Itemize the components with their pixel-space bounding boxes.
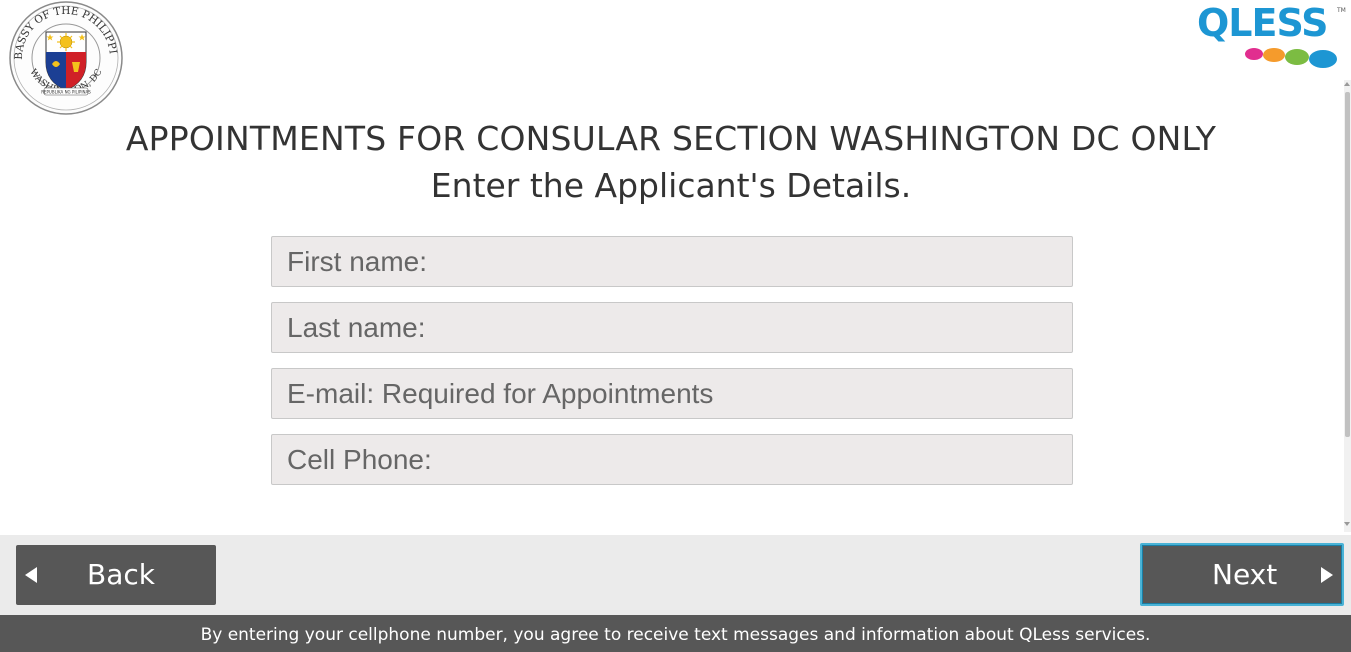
back-button-label: Back [87,558,155,591]
arrow-right-icon [1321,567,1333,583]
page-heading: APPOINTMENTS FOR CONSULAR SECTION WASHIN… [0,116,1342,210]
arrow-left-icon [25,567,37,583]
scroll-down-arrow-icon[interactable] [1344,522,1350,526]
qless-dot-pink [1245,48,1263,60]
scroll-up-arrow-icon[interactable] [1344,82,1350,86]
applicant-details-form [271,236,1073,500]
first-name-input[interactable] [271,236,1073,287]
embassy-seal-logo: EMBASSY OF THE PHILIPPINES WASHINGTON, D… [6,0,123,115]
back-button[interactable]: Back [16,545,216,605]
scrollbar-thumb[interactable] [1345,92,1350,437]
qless-logo: QLESS TM [1197,2,1346,68]
qless-dot-blue [1309,50,1337,68]
email-input[interactable] [271,368,1073,419]
page-subtitle: Enter the Applicant's Details. [430,166,912,205]
seal-ribbon-text: REPUBLIKA NG PILIPINAS [41,90,91,95]
next-button-label: Next [1212,558,1278,591]
cell-phone-input[interactable] [271,434,1073,485]
navigation-bar: Back Next [0,535,1351,615]
next-button[interactable]: Next [1140,543,1344,606]
qless-dot-green [1285,49,1309,65]
sms-consent-footer: By entering your cellphone number, you a… [0,615,1351,652]
qless-logo-text: QLESS [1197,2,1328,45]
last-name-input[interactable] [271,302,1073,353]
page-title: APPOINTMENTS FOR CONSULAR SECTION WASHIN… [125,119,1217,158]
trademark-mark: TM [1336,7,1346,14]
qless-dot-orange [1263,48,1285,62]
